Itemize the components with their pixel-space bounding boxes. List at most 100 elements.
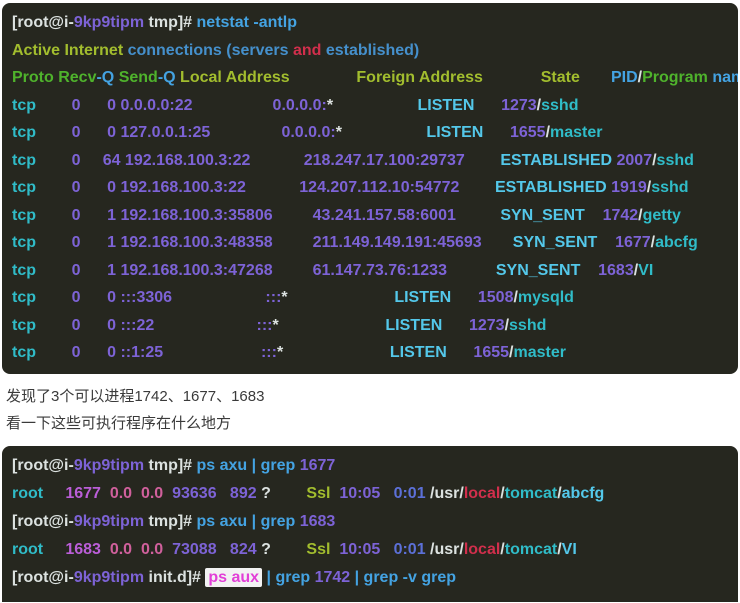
program: sshd [509, 317, 546, 334]
program: abcfg [562, 485, 605, 502]
program: master [513, 344, 565, 361]
text-segment: established) [321, 42, 419, 59]
start-time: 10:05 [330, 485, 380, 502]
state: ESTABLISHED [459, 179, 606, 196]
terminal-line: tcp 0 0 ::1:25 :::* LISTEN 1655/master [12, 339, 728, 367]
hostname: 9kp9tipm [74, 457, 144, 474]
text-segment: 0 1 192.168.100.3:47268 61.147.73.76:123… [36, 262, 447, 279]
pid: 1273 [469, 317, 505, 334]
command: ps axu | grep [197, 513, 300, 530]
text-segment: 0 0 :::3306 ::: [36, 289, 281, 306]
text-segment: 0 0 127.0.0.1:25 0.0.0.0: [36, 124, 336, 141]
terminal-line: [root@i-9kp9tipm tmp]# ps axu | grep 167… [12, 452, 728, 480]
pid: 1919 [611, 179, 647, 196]
stat: Ssl [271, 485, 331, 502]
terminal-line: Proto Recv-Q Send-Q Local Address Foreig… [12, 64, 728, 92]
state: SYN_SENT [456, 207, 585, 224]
text-segment [451, 289, 478, 306]
state: LISTEN [283, 344, 447, 361]
text-segment: 0 1 192.168.100.3:48358 211.149.149.191:… [36, 234, 482, 251]
text-segment: Local Address [176, 69, 357, 86]
text-segment [585, 207, 603, 224]
pid: 1683 [65, 541, 101, 558]
command: netstat -antlp [197, 14, 297, 31]
hostname: 9kp9tipm [74, 513, 144, 530]
path: local [464, 541, 500, 558]
proto: tcp [12, 262, 36, 279]
command-arg: 1742 [315, 569, 351, 586]
command: | grep -v grep [350, 569, 456, 586]
text-segment [474, 97, 501, 114]
proto: tcp [12, 317, 36, 334]
state: ESTABLISHED [465, 152, 612, 169]
text-segment: 0 0 0.0.0.0:22 0.0.0.0: [36, 97, 327, 114]
proto: tcp [12, 207, 36, 224]
text-segment: name [712, 69, 738, 86]
user: root [12, 485, 43, 502]
text-segment: PID [611, 69, 638, 86]
state: LISTEN [342, 124, 483, 141]
annotation-note: 发现了3个可以进程1742、1677、1683 看一下这些可执行程序在什么地方 [0, 374, 740, 446]
program: VI [562, 541, 577, 558]
text-segment: Send [114, 69, 158, 86]
note-line-1: 发现了3个可以进程1742、1677、1683 [6, 383, 740, 410]
command: ps axu | grep [197, 457, 300, 474]
cpu-mem: 0.0 0.0 [101, 485, 163, 502]
text-segment: 0 1 192.168.100.3:35806 43.241.157.58:60… [36, 207, 456, 224]
terminal-line: [root@i-9kp9tipm tmp]# ps axu | grep 168… [12, 508, 728, 536]
hostname: 9kp9tipm [74, 14, 144, 31]
prompt: [root@i- [12, 457, 74, 474]
text-segment [580, 262, 598, 279]
pid: 1655 [510, 124, 546, 141]
proto: tcp [12, 152, 36, 169]
stat: Ssl [271, 541, 331, 558]
tty: ? [261, 485, 271, 502]
text-segment: Proto Recv [12, 69, 96, 86]
pid: 1742 [603, 207, 639, 224]
highlighted-command: ps aux [205, 568, 262, 587]
terminal-line: tcp 0 1 192.168.100.3:47268 61.147.73.76… [12, 257, 728, 285]
text-segment [447, 344, 474, 361]
text-segment [442, 317, 469, 334]
text-segment: Active Internet [12, 42, 123, 59]
command-arg: 1677 [300, 457, 336, 474]
text-segment: and [293, 42, 321, 59]
terminal-line: tcp 0 0 :::3306 :::* LISTEN 1508/mysqld [12, 284, 728, 312]
state: LISTEN [279, 317, 443, 334]
page: [root@i-9kp9tipm tmp]# netstat -antlpAct… [0, 0, 740, 603]
pid: 1683 [598, 262, 634, 279]
proto: tcp [12, 97, 36, 114]
text-segment: State [541, 69, 611, 86]
program: mysqld [518, 289, 574, 306]
terminal-line: tcp 0 64 192.168.100.3:22 218.247.17.100… [12, 147, 728, 175]
program: master [550, 124, 602, 141]
proto: tcp [12, 124, 36, 141]
cpu-mem: 0.0 0.0 [101, 541, 163, 558]
terminal-line: tcp 0 0 :::22 :::* LISTEN 1273/sshd [12, 312, 728, 340]
terminal-ps-grep-output: [root@i-9kp9tipm tmp]# ps axu | grep 167… [2, 446, 738, 602]
cpu-time: 0:01 [380, 541, 425, 558]
terminal-line: [root@i-9kp9tipm tmp]# netstat -antlp [12, 9, 728, 37]
pid: 1677 [65, 485, 101, 502]
text-segment: Program [642, 69, 712, 86]
terminal-netstat-output: [root@i-9kp9tipm tmp]# netstat -antlpAct… [2, 3, 738, 374]
terminal-line: [root@i-9kp9tipm init.d]# ps aux | grep … [12, 564, 728, 592]
terminal-line: tcp 0 0 192.168.100.3:22 124.207.112.10:… [12, 174, 728, 202]
terminal-line: Active Internet connections (servers and… [12, 37, 728, 65]
terminal-line: tcp 0 1 192.168.100.3:35806 43.241.157.5… [12, 202, 728, 230]
proto: tcp [12, 344, 36, 361]
note-line-2: 看一下这些可执行程序在什么地方 [6, 410, 740, 437]
terminal-line: tcp 0 1 192.168.100.3:48358 211.149.149.… [12, 229, 728, 257]
text-segment: 0 0 :::22 ::: [36, 317, 272, 334]
text-segment: connections (servers [123, 42, 293, 59]
text-segment: 0 0 ::1:25 ::: [36, 344, 277, 361]
state: LISTEN [288, 289, 452, 306]
program: sshd [657, 152, 694, 169]
state: LISTEN [333, 97, 474, 114]
pid: 2007 [617, 152, 653, 169]
text-segment [43, 541, 65, 558]
start-time: 10:05 [330, 541, 380, 558]
prompt: [root@i- [12, 14, 74, 31]
vsz-rss: 73088 824 [163, 541, 261, 558]
program: sshd [541, 97, 578, 114]
